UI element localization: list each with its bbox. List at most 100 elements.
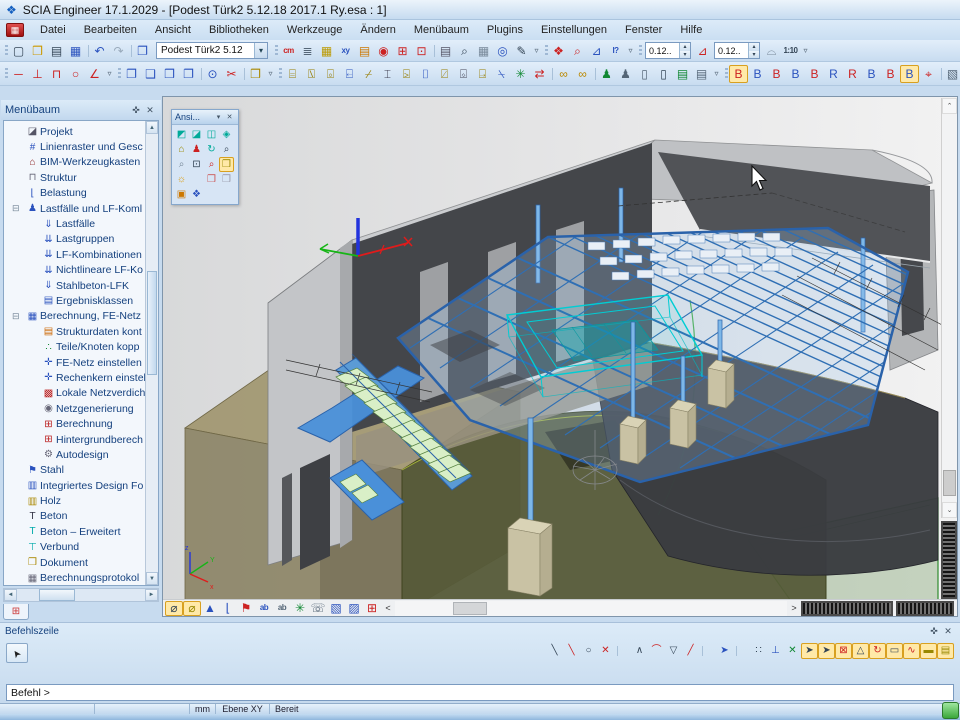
- light-icon[interactable]: ☼: [174, 172, 189, 187]
- rotate-view-icon[interactable]: ↻: [204, 142, 219, 157]
- draw-circle-icon[interactable]: ○: [66, 65, 85, 83]
- draw-dim-icon[interactable]: ⊥: [28, 65, 47, 83]
- snap-polygon-icon[interactable]: ▭: [886, 643, 903, 659]
- snap-line-icon[interactable]: ╲: [546, 643, 563, 659]
- grid-line-icon[interactable]: ⊥: [767, 643, 784, 659]
- saved-view1-icon[interactable]: ▧: [327, 601, 345, 616]
- menu-bibliotheken[interactable]: Bibliotheken: [200, 22, 278, 38]
- menu-fenster[interactable]: Fenster: [616, 22, 671, 38]
- menu-bearbeiten[interactable]: Bearbeiten: [75, 22, 146, 38]
- tree-item[interactable]: ⊟ ▦ Berechnung, FE-Netz: [4, 309, 158, 324]
- overflow-icon[interactable]: ▿: [265, 65, 276, 83]
- show-results-icon[interactable]: ✳: [291, 601, 309, 616]
- overflow-icon[interactable]: ▿: [800, 42, 811, 60]
- grid-off-icon[interactable]: ✕: [784, 643, 801, 659]
- tree-item[interactable]: ⌂ BIM-Werkzeugkasten: [4, 155, 158, 170]
- menu-einstellungen[interactable]: Einstellungen: [532, 22, 616, 38]
- mesh-grid-icon[interactable]: ⊞: [393, 42, 412, 60]
- new-icon[interactable]: ▢: [9, 42, 28, 60]
- combo-dropdown-icon[interactable]: ▾: [254, 43, 267, 58]
- view-settings-icon[interactable]: ❖: [189, 187, 204, 202]
- scale-icon[interactable]: 1:10: [781, 42, 800, 60]
- close-icon[interactable]: ✕: [143, 103, 157, 117]
- scroll-up-icon[interactable]: ▲: [146, 121, 158, 134]
- snap-plane-icon[interactable]: ▽: [665, 643, 682, 659]
- command-input[interactable]: Befehl >: [6, 684, 954, 701]
- zoom-out-icon[interactable]: ⌕: [174, 157, 189, 172]
- chart-ruler-icon[interactable]: ⊿: [587, 42, 606, 60]
- tree-item[interactable]: ✛ Rechenkern einstel: [4, 370, 158, 385]
- tree-item[interactable]: ⌊ Belastung: [4, 186, 158, 201]
- hinge-rigid-icon[interactable]: R: [824, 65, 843, 83]
- member-beam-icon[interactable]: ⍂: [302, 65, 321, 83]
- snap-tolerance-spinner[interactable]: 0.12.. ▴▾: [645, 42, 691, 59]
- tree-horizontal-scrollbar[interactable]: ◄ ►: [3, 588, 159, 602]
- scroll-up-icon[interactable]: ⌃: [942, 98, 957, 114]
- saved-view2-icon[interactable]: ▨: [345, 601, 363, 616]
- storage-icon[interactable]: ▯: [635, 65, 654, 83]
- scroll-thumb[interactable]: [39, 589, 75, 601]
- connect-nodes-icon[interactable]: ♟: [597, 65, 616, 83]
- zoom-doc-icon[interactable]: ⌕: [568, 42, 587, 60]
- glasses-plus-icon[interactable]: ∞: [573, 65, 592, 83]
- redo-icon[interactable]: ↷: [109, 42, 128, 60]
- tree-item[interactable]: ⊞ Berechnung: [4, 416, 158, 431]
- tree-tab[interactable]: ⊞: [3, 604, 29, 620]
- snap-angle-icon[interactable]: ∧: [631, 643, 648, 659]
- tree-item[interactable]: ⊟ ♟ Lastfälle und LF-Koml: [4, 201, 158, 216]
- clip-box-off-icon[interactable]: ❒: [219, 172, 234, 187]
- copy-multi-icon[interactable]: ❑: [141, 65, 160, 83]
- print-preview-icon[interactable]: ⌕: [455, 42, 474, 60]
- grid-dots-icon[interactable]: ∷: [750, 643, 767, 659]
- zoom-in-icon[interactable]: ⌕: [219, 142, 234, 157]
- snap-table-icon[interactable]: ▤: [937, 643, 954, 659]
- scroll-left-icon[interactable]: ◄: [4, 589, 17, 601]
- view-x-icon[interactable]: ◩: [174, 127, 189, 142]
- edit-doc-icon[interactable]: ✎: [512, 42, 531, 60]
- vertical-pan-bar[interactable]: [941, 521, 957, 599]
- menu-menuebaum[interactable]: Menübaum: [405, 22, 478, 38]
- calculator-icon[interactable]: ▦: [474, 42, 493, 60]
- zoom-window-icon[interactable]: ⊡: [189, 157, 204, 172]
- tree-item[interactable]: ▤ Strukturdaten kont: [4, 324, 158, 339]
- dim-snap-icon[interactable]: ⊿: [693, 42, 712, 60]
- snap-point-icon[interactable]: ╲: [563, 643, 580, 659]
- overflow-icon[interactable]: ▿: [531, 42, 542, 60]
- mesh-display-icon[interactable]: ⊞: [363, 601, 381, 616]
- member-swap-icon[interactable]: ⇄: [530, 65, 549, 83]
- snap-ruler-icon[interactable]: ▬: [920, 643, 937, 659]
- engine-icon[interactable]: ◎: [493, 42, 512, 60]
- render-surface-icon[interactable]: ⌀: [165, 601, 183, 616]
- scroll-left-icon[interactable]: <: [381, 601, 395, 616]
- support-fixed-icon[interactable]: B: [729, 65, 748, 83]
- render-volume-icon[interactable]: ⌀: [183, 601, 201, 616]
- menu-plugins[interactable]: Plugins: [478, 22, 532, 38]
- spinner-down-icon[interactable]: ▾: [680, 51, 690, 59]
- show-loads-icon[interactable]: ⌊: [219, 601, 237, 616]
- draw-dim2-icon[interactable]: ⊓: [47, 65, 66, 83]
- paint-icon[interactable]: ❖: [549, 42, 568, 60]
- expander-icon[interactable]: ⊟: [12, 203, 25, 214]
- tree-item[interactable]: ▥ Holz: [4, 493, 158, 508]
- close-icon[interactable]: ✕: [941, 624, 955, 638]
- view-point-icon[interactable]: ⌂: [174, 142, 189, 157]
- tree-item[interactable]: ∴ Teile/Knoten kopp: [4, 339, 158, 354]
- angle-tolerance-spinner[interactable]: 0.12.. ▴▾: [714, 42, 760, 59]
- move-icon[interactable]: ❒: [160, 65, 179, 83]
- open-icon[interactable]: ❒: [28, 42, 47, 60]
- walk-through-icon[interactable]: ♟: [189, 142, 204, 157]
- catalog-icon[interactable]: ▦: [317, 42, 336, 60]
- overflow-icon[interactable]: ▿: [625, 42, 636, 60]
- tree-item[interactable]: ⇊ Lastgruppen: [4, 232, 158, 247]
- tree-item[interactable]: ▦ Berechnungsprotokol: [4, 570, 158, 585]
- disconnect-nodes-icon[interactable]: ♟: [616, 65, 635, 83]
- overflow-icon[interactable]: ▿: [711, 65, 722, 83]
- scroll-down-icon[interactable]: ▼: [146, 572, 158, 585]
- member-tendon-icon[interactable]: ⍀: [492, 65, 511, 83]
- member-hinge-icon[interactable]: ⍁: [435, 65, 454, 83]
- tree-item[interactable]: T Beton: [4, 509, 158, 524]
- angle-icon[interactable]: ⌓: [762, 42, 781, 60]
- menu-datei[interactable]: Datei: [31, 22, 75, 38]
- viewport-horizontal-scrollbar[interactable]: [395, 601, 787, 616]
- coord-display-icon[interactable]: ▣: [174, 187, 189, 202]
